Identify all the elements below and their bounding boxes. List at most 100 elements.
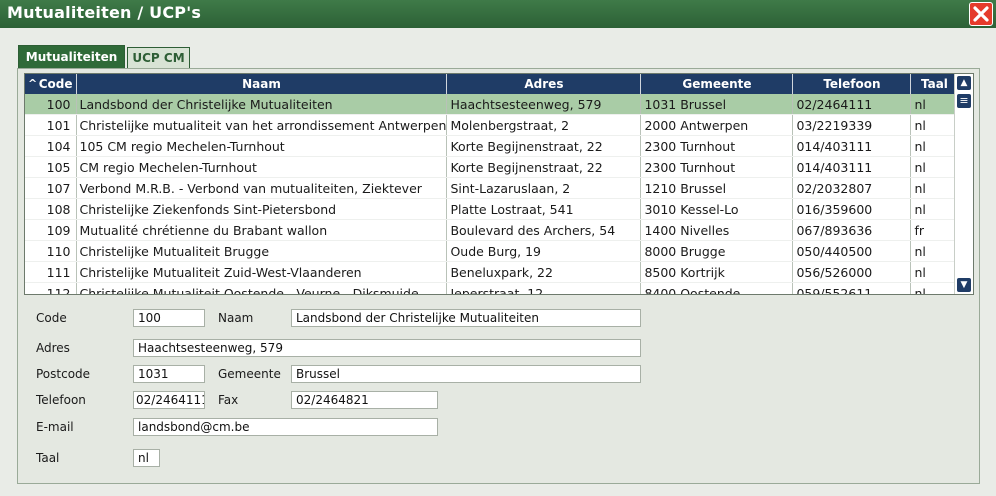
cell-code: 111 xyxy=(25,261,77,283)
cell-taal: nl xyxy=(910,261,959,283)
cell-taal: nl xyxy=(910,135,959,157)
taal-field[interactable]: nl xyxy=(133,449,160,467)
tab-mutualiteiten[interactable]: Mutualiteiten xyxy=(18,45,125,69)
table-row[interactable]: 104 105 CM regio Mechelen-Turnhout Korte B… xyxy=(25,135,959,157)
table-row[interactable]: 111 Christelijke Mutualiteit Zuid-West-Vl… xyxy=(25,261,959,283)
cell-adres: Molenbergstraat, 2 xyxy=(446,114,642,136)
cell-code: 101 xyxy=(25,114,77,136)
tab-ucp-cm[interactable]: UCP CM xyxy=(127,47,190,69)
fax-field[interactable]: 02/2464821 xyxy=(291,391,438,409)
telefoon-field[interactable]: 02/2464111 xyxy=(133,391,205,409)
cell-adres: Oude Burg, 19 xyxy=(446,240,642,262)
table-row[interactable]: 109 Mutualité chrétienne du Brabant wallo… xyxy=(25,219,959,241)
cell-gemeente: 1400 Nivelles xyxy=(640,219,794,241)
cell-gemeente: 2300 Turnhout xyxy=(640,135,794,157)
column-header-code[interactable]: ^ Code xyxy=(25,74,77,94)
column-header-gemeente[interactable]: Gemeente xyxy=(640,74,794,94)
cell-taal: nl xyxy=(910,94,959,115)
cell-code: 108 xyxy=(25,198,77,220)
cell-adres: Korte Begijnenstraat, 22 xyxy=(446,156,642,178)
title-bar: Mutualiteiten / UCP's xyxy=(0,0,996,28)
cell-telefoon: 056/526000 xyxy=(792,261,912,283)
cell-gemeente: 1031 Brussel xyxy=(640,94,794,115)
telefoon-label: Telefoon xyxy=(36,393,86,407)
cell-gemeente: 2300 Turnhout xyxy=(640,156,794,178)
cell-code: 109 xyxy=(25,219,77,241)
cell-taal: fr xyxy=(910,219,959,241)
fax-label: Fax xyxy=(218,393,239,407)
naam-label: Naam xyxy=(218,311,254,325)
tab-panel: ^ Code Naam Adres Gemeente Telefoon Taal … xyxy=(17,68,980,484)
cell-telefoon: 014/403111 xyxy=(792,135,912,157)
cell-gemeente: 8400 Oostende xyxy=(640,282,794,294)
scroll-down-icon[interactable]: ▼ xyxy=(957,278,971,292)
cell-gemeente: 1210 Brussel xyxy=(640,177,794,199)
cell-telefoon: 02/2464111 xyxy=(792,94,912,115)
close-button[interactable] xyxy=(969,2,993,26)
email-label: E-mail xyxy=(36,420,74,434)
cell-adres: Platte Lostraat, 541 xyxy=(446,198,642,220)
cell-adres: Boulevard des Archers, 54 xyxy=(446,219,642,241)
cell-naam: 105 CM regio Mechelen-Turnhout xyxy=(76,135,448,157)
sort-indicator-icon: ^ xyxy=(28,77,38,90)
cell-naam: Christelijke Mutualiteit Brugge xyxy=(76,240,448,262)
cell-adres: Beneluxpark, 22 xyxy=(446,261,642,283)
cell-telefoon: 016/359600 xyxy=(792,198,912,220)
cell-naam: Mutualité chrétienne du Brabant wallon xyxy=(76,219,448,241)
naam-field[interactable]: Landsbond der Christelijke Mutualiteiten xyxy=(291,309,641,327)
cell-telefoon: 03/2219339 xyxy=(792,114,912,136)
column-header-adres[interactable]: Adres xyxy=(446,74,642,94)
cell-taal: nl xyxy=(910,240,959,262)
table-row[interactable]: 101 Christelijke mutualiteit van het arro… xyxy=(25,114,959,136)
close-icon xyxy=(973,6,989,22)
cell-telefoon: 067/893636 xyxy=(792,219,912,241)
cell-code: 112 xyxy=(25,282,77,294)
email-field[interactable]: landsbond@cm.be xyxy=(133,418,438,436)
cell-telefoon: 059/552611 xyxy=(792,282,912,294)
table-row[interactable]: 110 Christelijke Mutualiteit Brugge Oude B… xyxy=(25,240,959,262)
cell-taal: nl xyxy=(910,282,959,294)
column-header-naam[interactable]: Naam xyxy=(76,74,448,94)
code-label: Code xyxy=(36,311,67,325)
table-header: ^ Code Naam Adres Gemeente Telefoon Taal xyxy=(25,74,959,94)
postcode-label: Postcode xyxy=(36,367,91,381)
cell-gemeente: 8500 Kortrijk xyxy=(640,261,794,283)
adres-field[interactable]: Haachtsesteenweg, 579 xyxy=(133,339,641,357)
mutualiteiten-table: ^ Code Naam Adres Gemeente Telefoon Taal … xyxy=(25,74,959,294)
cell-naam: Christelijke mutualiteit van het arrondi… xyxy=(76,114,448,136)
cell-taal: nl xyxy=(910,198,959,220)
grid-scrollbar[interactable]: ▲ ≡ ▼ xyxy=(954,74,973,294)
table-row[interactable]: 112 Christelijke Mutualiteit Oostende - V… xyxy=(25,282,959,294)
cell-naam: Landsbond der Christelijke Mutualiteiten xyxy=(76,94,448,115)
cell-code: 105 xyxy=(25,156,77,178)
gemeente-field[interactable]: Brussel xyxy=(291,365,641,383)
code-field[interactable]: 100 xyxy=(133,309,205,327)
scroll-up-icon[interactable]: ▲ xyxy=(957,76,971,90)
cell-naam: Verbond M.R.B. - Verbond van mutualiteit… xyxy=(76,177,448,199)
cell-code: 107 xyxy=(25,177,77,199)
table-row[interactable]: 108 Christelijke Ziekenfonds Sint-Pieters… xyxy=(25,198,959,220)
table-row[interactable]: 105 CM regio Mechelen-Turnhout Korte Begij… xyxy=(25,156,959,178)
cell-taal: nl xyxy=(910,177,959,199)
gemeente-label: Gemeente xyxy=(218,367,281,381)
table-row[interactable]: 107 Verbond M.R.B. - Verbond van mutualit… xyxy=(25,177,959,199)
cell-adres: Sint-Lazaruslaan, 2 xyxy=(446,177,642,199)
cell-gemeente: 8000 Brugge xyxy=(640,240,794,262)
table-row[interactable]: 100 Landsbond der Christelijke Mutualitei… xyxy=(25,94,959,115)
cell-taal: nl xyxy=(910,114,959,136)
cell-telefoon: 02/2032807 xyxy=(792,177,912,199)
column-header-telefoon[interactable]: Telefoon xyxy=(792,74,912,94)
cell-code: 104 xyxy=(25,135,77,157)
column-header-taal[interactable]: Taal xyxy=(910,74,959,94)
cell-naam: Christelijke Mutualiteit Oostende - Veur… xyxy=(76,282,448,294)
window-title: Mutualiteiten / UCP's xyxy=(7,3,202,22)
mutualiteiten-grid: ^ Code Naam Adres Gemeente Telefoon Taal … xyxy=(24,73,974,295)
cell-adres: Korte Begijnenstraat, 22 xyxy=(446,135,642,157)
cell-naam: Christelijke Ziekenfonds Sint-Pietersbon… xyxy=(76,198,448,220)
scroll-thumb[interactable]: ≡ xyxy=(957,94,971,108)
cell-gemeente: 3010 Kessel-Lo xyxy=(640,198,794,220)
cell-gemeente: 2000 Antwerpen xyxy=(640,114,794,136)
postcode-field[interactable]: 1031 xyxy=(133,365,205,383)
cell-code: 100 xyxy=(25,94,77,115)
taal-label: Taal xyxy=(36,451,60,465)
